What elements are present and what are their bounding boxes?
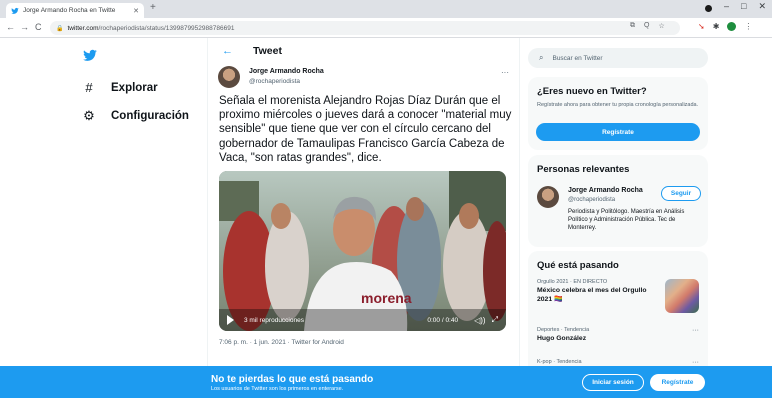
gear-icon: ⚙ xyxy=(83,108,95,123)
search-input[interactable]: ⌕ Buscar en Twitter xyxy=(528,48,708,68)
tab-close-icon[interactable]: ✕ xyxy=(133,7,139,15)
signup-card: ¿Eres nuevo en Twitter? Regístrate ahora… xyxy=(528,77,708,150)
back-icon[interactable]: ← xyxy=(6,22,15,32)
window-controls: – □ ✕ xyxy=(705,1,766,12)
signup-card-description: Regístrate ahora para obtener tu propia … xyxy=(537,102,699,108)
omnibox-icons: ⧉ Q ☆ xyxy=(630,22,665,30)
relevant-user-handle[interactable]: @rochaperiodista xyxy=(568,197,615,203)
url-input[interactable]: 🔒 twitter.com /rochaperiodista/status/13… xyxy=(50,21,680,35)
play-icon[interactable] xyxy=(227,315,234,325)
nav-item-label: Configuración xyxy=(111,110,189,122)
video-player[interactable]: morena 3 mil reproducciones 0:00 / 0:40 … xyxy=(219,171,506,331)
browser-tab-strip: Jorge Armando Rocha en Twitte ✕ + – □ ✕ xyxy=(0,0,772,18)
url-domain: twitter.com xyxy=(67,24,99,32)
video-duration: 0:00 / 0:40 xyxy=(427,316,459,324)
trend-item[interactable]: Deportes · Tendencia Hugo González ··· xyxy=(537,327,699,344)
extension-icons: ➘ ✱ ⋮ xyxy=(698,22,752,31)
tweet-text: Señala el morenista Alejandro Rojas Díaz… xyxy=(219,95,512,164)
author-name[interactable]: Jorge Armando Rocha xyxy=(249,68,324,75)
relevant-people-card: Personas relevantes Jorge Armando Rocha … xyxy=(528,155,708,247)
profile-icon[interactable] xyxy=(705,5,712,12)
more-options-icon[interactable]: ··· xyxy=(692,327,699,334)
trend-context: K-pop · Tendencia xyxy=(537,359,582,365)
search-icon: ⌕ xyxy=(539,53,544,62)
menu-dots-icon[interactable]: ⋮ xyxy=(744,22,752,31)
close-window-icon[interactable]: ✕ xyxy=(758,1,766,12)
trend-name: Hugo González xyxy=(537,335,587,342)
hashtag-icon: # xyxy=(85,80,93,95)
signup-button[interactable]: Regístrate xyxy=(536,123,700,141)
nav-item-explorar[interactable]: # Explorar xyxy=(81,80,158,95)
minimize-icon[interactable]: – xyxy=(724,1,729,12)
trend-item[interactable]: Orgullo 2021 · EN DIRECTO México celebra… xyxy=(537,279,699,313)
address-bar-row: ← → C 🔒 twitter.com /rochaperiodista/sta… xyxy=(0,18,772,38)
account-avatar-icon[interactable] xyxy=(727,22,737,31)
tweet-timestamp[interactable]: 7:06 p. m. · 1 jun. 2021 · Twitter for A… xyxy=(219,339,344,346)
bookmark-star-icon[interactable]: ☆ xyxy=(658,22,664,30)
relevant-people-title: Personas relevantes xyxy=(537,164,630,175)
twitter-favicon-icon xyxy=(11,7,19,14)
new-tab-icon[interactable]: + xyxy=(150,2,156,13)
puzzle-icon[interactable]: ✱ xyxy=(713,22,720,31)
back-arrow-icon[interactable]: ← xyxy=(222,45,233,57)
trend-thumbnail xyxy=(665,279,699,313)
relevant-user-name[interactable]: Jorge Armando Rocha xyxy=(568,187,643,194)
search-placeholder: Buscar en Twitter xyxy=(552,54,603,62)
nav-item-configuracion[interactable]: ⚙ Configuración xyxy=(81,108,189,124)
search-page-icon[interactable]: Q xyxy=(644,22,649,30)
url-path: /rochaperiodista/status/1399879952988786… xyxy=(98,24,235,32)
avatar[interactable] xyxy=(537,186,559,208)
twitter-logo-icon[interactable] xyxy=(81,48,99,63)
browser-tab[interactable]: Jorge Armando Rocha en Twitte ✕ xyxy=(6,3,144,18)
tab-title: Jorge Armando Rocha en Twitte xyxy=(23,7,116,14)
forward-icon[interactable]: → xyxy=(20,22,29,32)
install-app-icon[interactable]: ⧉ xyxy=(630,22,635,30)
fullscreen-icon[interactable]: ⤢ xyxy=(492,315,498,325)
video-controls: 3 mil reproducciones 0:00 / 0:40 ◁)) ⤢ xyxy=(219,309,506,331)
trend-context: Deportes · Tendencia xyxy=(537,327,590,333)
follow-button[interactable]: Seguir xyxy=(661,186,701,201)
video-frame: morena xyxy=(219,171,506,331)
nav-item-label: Explorar xyxy=(111,81,158,94)
signup-button[interactable]: Regístrate xyxy=(650,374,705,391)
maximize-icon[interactable]: □ xyxy=(741,1,746,12)
trend-name: México celebra el mes del Orgullo 2021 🏳… xyxy=(537,287,647,303)
login-button[interactable]: Iniciar sesión xyxy=(582,374,644,391)
more-options-icon[interactable]: ··· xyxy=(692,359,699,366)
extension-icon[interactable]: ➘ xyxy=(698,22,705,31)
prompt-subtitle: Los usuarios de Twitter son los primeros… xyxy=(211,386,344,392)
avatar[interactable] xyxy=(218,66,240,88)
tweet-author[interactable]: Jorge Armando Rocha @rochaperiodista ··· xyxy=(216,66,511,90)
lock-icon: 🔒 xyxy=(56,25,64,32)
signup-prompt-bar: No te pierdas lo que está pasando Los us… xyxy=(0,366,772,398)
reload-icon[interactable]: C xyxy=(35,22,42,32)
tweet-header: ← Tweet xyxy=(208,38,521,64)
main-column: ← Tweet Jorge Armando Rocha @rochaperiod… xyxy=(207,38,520,398)
signup-card-title: ¿Eres nuevo en Twitter? xyxy=(537,86,647,97)
page-title: Tweet xyxy=(253,45,282,57)
shirt-logo-text: morena xyxy=(361,290,412,306)
prompt-title: No te pierdas lo que está pasando xyxy=(211,374,374,385)
trends-title: Qué está pasando xyxy=(537,260,619,271)
volume-icon[interactable]: ◁)) xyxy=(474,316,485,325)
view-count: 3 mil reproducciones xyxy=(244,316,304,324)
author-handle[interactable]: @rochaperiodista xyxy=(249,78,300,85)
relevant-user-bio: Periodista y Politólogo. Maestría en Aná… xyxy=(568,209,685,231)
more-options-icon[interactable]: ··· xyxy=(501,68,509,77)
